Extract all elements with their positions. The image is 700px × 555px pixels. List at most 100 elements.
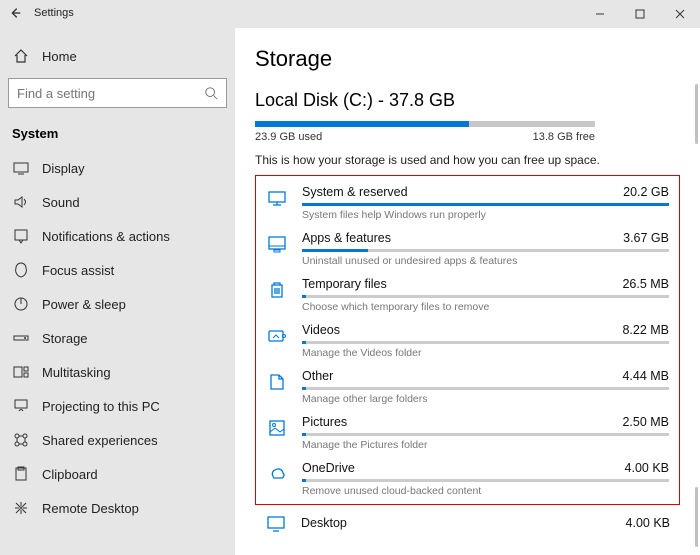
maximize-icon <box>635 9 645 19</box>
category-size: 2.50 MB <box>622 415 669 429</box>
desktop-icon <box>265 513 287 535</box>
search-input[interactable] <box>8 78 227 108</box>
category-bar <box>302 387 669 390</box>
power-icon <box>12 296 30 312</box>
content-area: Storage Local Disk (C:) - 37.8 GB 23.9 G… <box>235 28 700 555</box>
projecting-icon <box>12 398 30 414</box>
trash-icon <box>266 279 288 301</box>
search-icon <box>204 86 218 100</box>
sidebar-item-power-sleep[interactable]: Power & sleep <box>8 287 227 321</box>
category-description: Manage the Pictures folder <box>302 439 669 451</box>
sidebar-item-label: Storage <box>42 331 88 346</box>
file-icon <box>266 371 288 393</box>
category-name: Videos <box>302 323 340 337</box>
disk-used-label: 23.9 GB used <box>255 131 322 143</box>
minimize-button[interactable] <box>580 0 620 28</box>
category-size: 3.67 GB <box>623 231 669 245</box>
sidebar-item-remote-desktop[interactable]: Remote Desktop <box>8 491 227 525</box>
category-name: System & reserved <box>302 185 408 199</box>
sidebar-item-label: Power & sleep <box>42 297 126 312</box>
maximize-button[interactable] <box>620 0 660 28</box>
category-pictures[interactable]: Pictures2.50 MBManage the Pictures folde… <box>266 412 669 454</box>
category-description: Manage other large folders <box>302 393 669 405</box>
sidebar-item-display[interactable]: Display <box>8 151 227 185</box>
shared-experiences-icon <box>12 432 30 448</box>
sidebar-item-label: Projecting to this PC <box>42 399 160 414</box>
notifications-icon <box>12 228 30 244</box>
close-icon <box>675 9 685 19</box>
category-system-reserved[interactable]: System & reserved20.2 GBSystem files hel… <box>266 182 669 224</box>
disk-free-label: 13.8 GB free <box>533 131 595 143</box>
section-header: System <box>8 122 227 151</box>
display-icon <box>12 160 30 176</box>
sidebar-item-shared-experiences[interactable]: Shared experiences <box>8 423 227 457</box>
disk-usage-bar <box>255 121 595 127</box>
scrollbar[interactable] <box>695 487 698 547</box>
multitasking-icon <box>12 364 30 380</box>
category-name: Temporary files <box>302 277 387 291</box>
sidebar-item-label: Notifications & actions <box>42 229 170 244</box>
category-bar <box>302 295 669 298</box>
category-bar <box>302 249 669 252</box>
sidebar-item-label: Multitasking <box>42 365 111 380</box>
category-size: 4.00 KB <box>625 461 669 475</box>
category-videos[interactable]: Videos 8.22 MB Manage the Videos folder <box>266 320 669 362</box>
disk-title: Local Disk (C:) - 37.8 GB <box>255 90 680 111</box>
category-bar <box>302 479 669 482</box>
category-bar <box>302 433 669 436</box>
home-label: Home <box>42 49 77 64</box>
remote-desktop-icon <box>12 500 30 516</box>
sidebar-item-label: Clipboard <box>42 467 98 482</box>
sidebar-item-projecting[interactable]: Projecting to this PC <box>8 389 227 423</box>
highlighted-categories: System & reserved20.2 GBSystem files hel… <box>255 175 680 505</box>
category-description: Remove unused cloud-backed content <box>302 485 669 497</box>
scrollbar[interactable] <box>695 84 698 144</box>
home-button[interactable]: Home <box>8 38 227 76</box>
home-icon <box>12 48 30 64</box>
pictures-icon <box>266 417 288 439</box>
category-bar <box>302 203 669 206</box>
category-name: Other <box>302 369 333 383</box>
category-description: Choose which temporary files to remove <box>302 301 669 313</box>
category-bar <box>302 341 669 344</box>
sidebar-item-label: Display <box>42 161 85 176</box>
apps-icon <box>266 233 288 255</box>
sidebar-item-clipboard[interactable]: Clipboard <box>8 457 227 491</box>
category-description: Uninstall unused or undesired apps & fea… <box>302 255 669 267</box>
computer-icon <box>266 187 288 209</box>
titlebar: Settings <box>0 0 700 28</box>
category-name: Apps & features <box>302 231 391 245</box>
sidebar-item-sound[interactable]: Sound <box>8 185 227 219</box>
close-button[interactable] <box>660 0 700 28</box>
category-name: Desktop <box>301 516 347 530</box>
arrow-left-icon <box>8 6 22 20</box>
category-name: OneDrive <box>302 461 355 475</box>
category-size: 26.5 MB <box>622 277 669 291</box>
sidebar-item-storage[interactable]: Storage <box>8 321 227 355</box>
sidebar-item-label: Remote Desktop <box>42 501 139 516</box>
video-icon <box>266 325 288 347</box>
category-size: 20.2 GB <box>623 185 669 199</box>
category-onedrive[interactable]: OneDrive 4.00 KB Remove unused cloud-backe… <box>266 458 669 500</box>
back-button[interactable] <box>6 4 24 22</box>
focus-assist-icon <box>12 262 30 278</box>
minimize-icon <box>595 9 605 19</box>
storage-icon <box>12 330 30 346</box>
category-apps-features[interactable]: Apps & features 3.67 GB Uninstall unused o… <box>266 228 669 270</box>
sidebar-item-multitasking[interactable]: Multitasking <box>8 355 227 389</box>
sidebar-item-label: Shared experiences <box>42 433 158 448</box>
category-temporary-files[interactable]: Temporary files 26.5 MB Choose which tempo… <box>266 274 669 316</box>
sidebar: Home System Display Sound Notifications … <box>0 28 235 555</box>
category-desktop[interactable]: Desktop 4.00 KB <box>255 505 680 535</box>
page-title: Storage <box>255 46 680 72</box>
sidebar-item-notifications[interactable]: Notifications & actions <box>8 219 227 253</box>
cloud-icon <box>266 463 288 485</box>
clipboard-icon <box>12 466 30 482</box>
category-description: Manage the Videos folder <box>302 347 669 359</box>
category-size: 8.22 MB <box>622 323 669 337</box>
category-other[interactable]: Other 4.44 MB Manage other large folders <box>266 366 669 408</box>
sidebar-item-focus-assist[interactable]: Focus assist <box>8 253 227 287</box>
search-field[interactable] <box>17 86 204 101</box>
category-size: 4.44 MB <box>622 369 669 383</box>
sound-icon <box>12 194 30 210</box>
